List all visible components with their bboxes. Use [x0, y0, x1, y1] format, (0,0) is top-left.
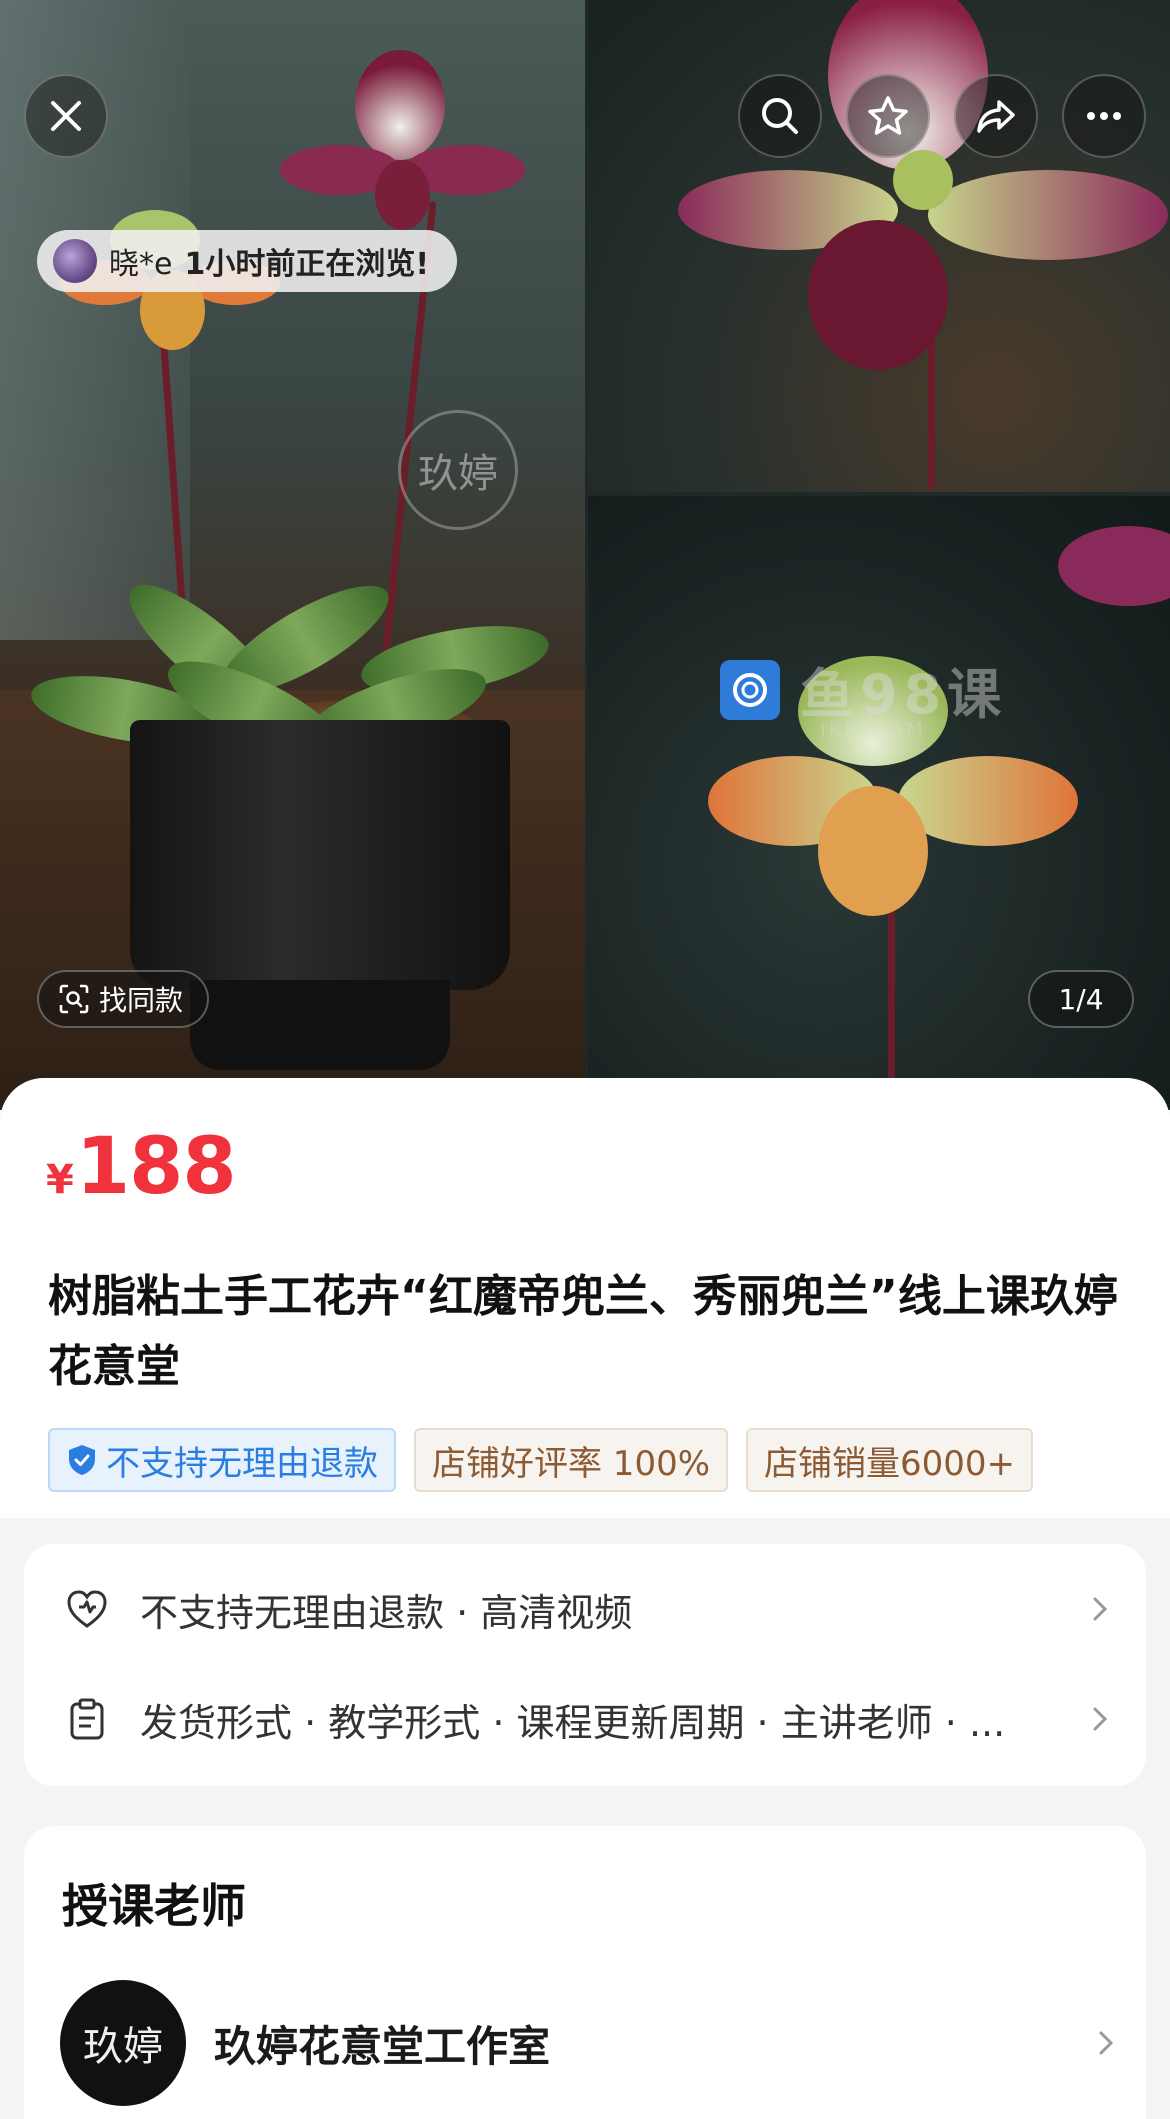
heart-shield-icon	[67, 1590, 107, 1628]
tag-rating[interactable]: 店铺好评率 100%	[414, 1428, 729, 1492]
star-icon	[868, 96, 908, 135]
favorite-button[interactable]	[846, 74, 930, 158]
site-logo-icon	[720, 659, 780, 720]
product-price: ¥ 188	[46, 1122, 237, 1212]
close-button[interactable]	[24, 74, 108, 158]
service-row-params-text: 发货形式 · 教学形式 · 课程更新周期 · 主讲老师 · ...	[140, 1700, 1006, 1745]
more-icon	[1087, 112, 1121, 120]
product-tags: 不支持无理由退款 店铺好评率 100% 店铺销量6000+	[48, 1428, 1034, 1492]
product-title: 树脂粘土手工花卉“红魔帝兜兰、秀丽兜兰”线上课玖婷花意堂	[48, 1271, 1118, 1392]
browsing-user-name: 晓*e	[109, 247, 173, 282]
share-button[interactable]	[954, 74, 1038, 158]
teacher-avatar[interactable]: 玖婷	[60, 1980, 186, 2106]
price-currency: ¥	[46, 1157, 74, 1203]
search-icon	[762, 98, 798, 134]
service-row-refund[interactable]: 不支持无理由退款 · 高清视频	[64, 1574, 1114, 1644]
gallery-image-main[interactable]	[0, 0, 585, 1110]
scan-icon	[59, 984, 89, 1014]
product-image-gallery[interactable]: 玖婷 鱼98课 IKE.COM 晓*e 1小时前正在浏览! 找同款 1/4	[0, 0, 1170, 1110]
teacher-card: 授课老师 玖婷 玖婷花意堂工作室	[24, 1826, 1146, 2119]
find-same-label: 找同款	[99, 984, 184, 1017]
chevron-right-icon	[1093, 1707, 1108, 1731]
teacher-name: 玖婷花意堂工作室	[214, 2021, 551, 2071]
browsing-user-avatar	[53, 239, 97, 283]
price-value: 188	[75, 1122, 237, 1212]
tag-sales[interactable]: 店铺销量6000+	[746, 1428, 1034, 1492]
clipboard-icon	[70, 1698, 104, 1740]
site-watermark-sub: IKE.COM	[820, 718, 926, 742]
close-icon	[51, 101, 81, 131]
teacher-heading: 授课老师	[62, 1879, 246, 1933]
service-row-refund-text: 不支持无理由退款 · 高清视频	[140, 1590, 633, 1635]
chevron-right-icon	[1093, 1597, 1108, 1621]
browsing-text: 1小时前正在浏览!	[184, 247, 430, 282]
share-icon	[977, 100, 1015, 133]
more-button[interactable]	[1062, 74, 1146, 158]
shield-check-icon	[69, 1445, 95, 1475]
image-counter: 1/4	[1028, 970, 1134, 1028]
watermark-seal: 玖婷	[398, 410, 518, 530]
chevron-right-icon	[1099, 2031, 1114, 2055]
find-same-button[interactable]: 找同款	[37, 970, 210, 1028]
service-info-card: 不支持无理由退款 · 高清视频 发货形式 · 教学形式 · 课程更新周期 · 主…	[24, 1544, 1146, 1786]
search-button[interactable]	[738, 74, 822, 158]
browsing-notice: 晓*e 1小时前正在浏览!	[37, 230, 458, 292]
teacher-row[interactable]: 玖婷 玖婷花意堂工作室	[60, 1978, 1120, 2108]
black-pot	[130, 720, 510, 990]
tag-no-refund[interactable]: 不支持无理由退款	[48, 1428, 396, 1492]
service-row-params[interactable]: 发货形式 · 教学形式 · 课程更新周期 · 主讲老师 · ...	[64, 1684, 1114, 1754]
